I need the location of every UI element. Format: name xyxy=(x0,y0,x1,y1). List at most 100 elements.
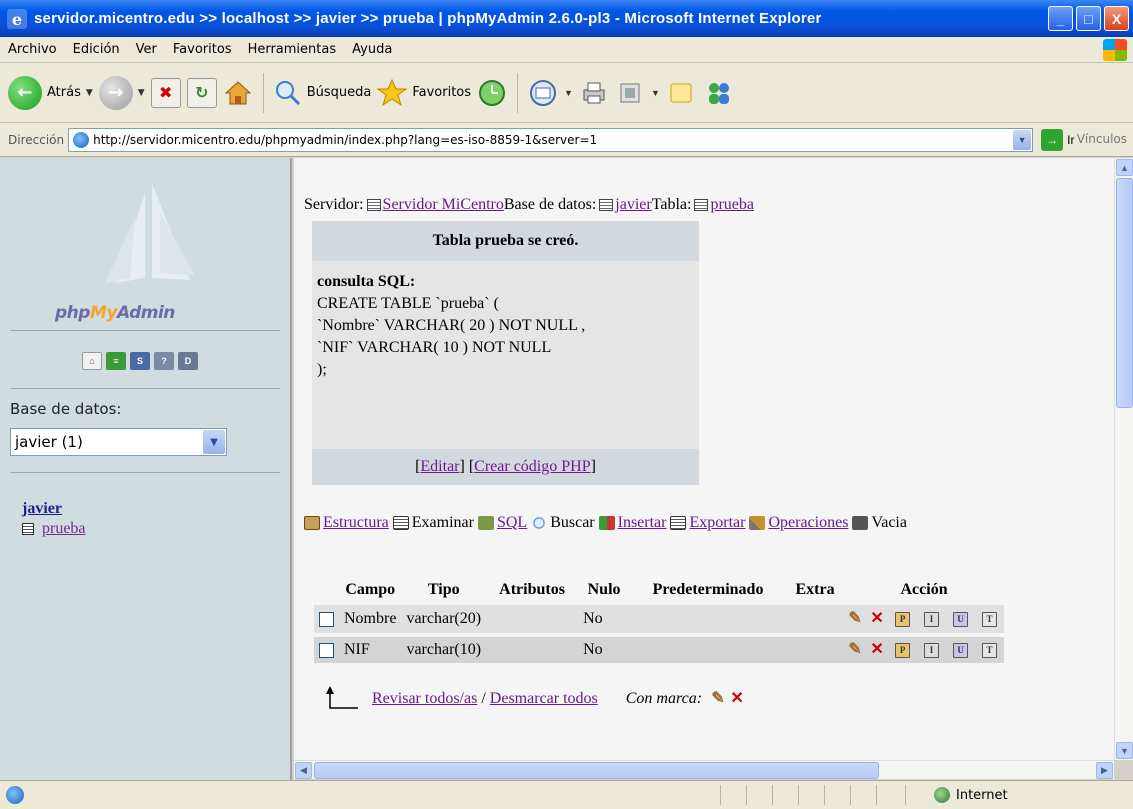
fulltext-icon[interactable]: T xyxy=(982,642,998,658)
delete-icon[interactable]: ✕ xyxy=(869,642,885,658)
scroll-up-icon[interactable]: ▲ xyxy=(1116,159,1133,176)
cell-predeterminado xyxy=(630,635,787,667)
tab-structure[interactable]: Estructura xyxy=(304,514,389,532)
print-button[interactable] xyxy=(579,78,609,108)
close-button[interactable]: X xyxy=(1104,6,1129,31)
menu-ver[interactable]: Ver xyxy=(128,42,165,57)
sailboat-logo-icon xyxy=(105,183,195,283)
tab-operations-label[interactable]: Operaciones xyxy=(768,514,848,532)
horizontal-scrollbar[interactable]: ◀ ▶ xyxy=(294,760,1114,779)
fulltext-icon[interactable]: T xyxy=(982,611,998,627)
address-dropdown-icon[interactable]: ▼ xyxy=(1013,129,1032,150)
refresh-button[interactable]: ↻ xyxy=(186,77,217,108)
row-checkbox[interactable] xyxy=(319,642,334,658)
edit-page-button[interactable] xyxy=(615,78,645,108)
menu-favoritos[interactable]: Favoritos xyxy=(165,42,240,57)
docs-icon[interactable]: D xyxy=(178,352,198,370)
chevron-down-icon[interactable]: ▼ xyxy=(203,430,225,454)
tab-structure-label[interactable]: Estructura xyxy=(323,514,389,532)
home-button[interactable] xyxy=(223,78,253,108)
tab-search-label: Buscar xyxy=(550,514,595,531)
menu-edicion[interactable]: Edición xyxy=(65,42,128,57)
address-input[interactable]: http://servidor.micentro.edu/phpmyadmin/… xyxy=(68,127,1034,152)
links-button[interactable]: Vínculos xyxy=(1077,132,1127,146)
pencil-icon[interactable]: ✎ xyxy=(847,642,863,658)
menu-archivo[interactable]: Archivo xyxy=(0,42,65,57)
minimize-button[interactable]: _ xyxy=(1048,6,1073,31)
search-button[interactable]: Búsqueda xyxy=(274,79,371,107)
sql-query-icon[interactable]: S xyxy=(130,352,150,370)
vertical-scrollbar[interactable]: ▲ ▼ xyxy=(1114,158,1133,760)
help-icon[interactable]: ? xyxy=(154,352,174,370)
edit-link[interactable]: Editar xyxy=(420,458,459,476)
database-crumb-link[interactable]: javier xyxy=(615,196,651,214)
primary-key-icon[interactable]: P xyxy=(895,642,911,658)
check-all-link[interactable]: Revisar todos/as xyxy=(372,690,477,708)
stop-button[interactable]: ✖ xyxy=(150,77,181,108)
forward-button[interactable]: → ▼ xyxy=(98,75,145,110)
back-button[interactable]: ← Atrás ▼ xyxy=(8,75,93,110)
vertical-scroll-thumb[interactable] xyxy=(1116,178,1133,408)
mail-button[interactable] xyxy=(528,78,558,108)
tab-export[interactable]: Exportar xyxy=(670,514,745,532)
tab-sql[interactable]: SQL xyxy=(477,514,527,532)
index-icon[interactable]: I xyxy=(924,611,940,627)
tab-insert-label[interactable]: Insertar xyxy=(618,514,667,532)
wrench-icon xyxy=(749,516,766,530)
delete-icon[interactable]: ✕ xyxy=(729,691,745,707)
pencil-icon[interactable]: ✎ xyxy=(847,611,863,627)
server-link[interactable]: Servidor MiCentro xyxy=(383,196,504,214)
status-panel xyxy=(720,785,746,805)
tab-sql-label[interactable]: SQL xyxy=(497,514,527,532)
primary-key-icon[interactable]: P xyxy=(895,611,911,627)
unique-icon[interactable]: U xyxy=(953,611,969,627)
address-url: http://servidor.micentro.edu/phpmyadmin/… xyxy=(93,132,598,147)
table-crumb-link[interactable]: prueba xyxy=(710,196,754,214)
forward-dropdown-icon[interactable]: ▼ xyxy=(138,88,145,98)
cell-tipo: varchar(20) xyxy=(401,605,487,637)
horizontal-scroll-thumb[interactable] xyxy=(314,762,879,779)
maximize-button[interactable]: □ xyxy=(1076,6,1101,31)
discuss-button[interactable] xyxy=(666,78,696,108)
create-php-code-link[interactable]: Crear código PHP xyxy=(474,458,590,476)
favorites-button[interactable]: Favoritos xyxy=(377,78,471,108)
scroll-down-icon[interactable]: ▼ xyxy=(1116,742,1133,759)
edit-dropdown-icon[interactable]: ▼ xyxy=(651,88,660,98)
back-label: Atrás xyxy=(47,85,81,100)
scroll-right-icon[interactable]: ▶ xyxy=(1096,762,1113,779)
search-icon xyxy=(531,516,548,530)
table-icon[interactable] xyxy=(22,523,34,535)
tab-empty[interactable]: Vacia xyxy=(852,514,907,532)
status-panels xyxy=(720,785,902,805)
home-icon[interactable]: ⌂ xyxy=(82,352,102,370)
table-link-prueba[interactable]: prueba xyxy=(42,520,86,538)
menu-bar: Archivo Edición Ver Favoritos Herramient… xyxy=(0,37,1133,63)
history-button[interactable] xyxy=(477,78,507,108)
scroll-left-icon[interactable]: ◀ xyxy=(295,762,312,779)
tab-browse[interactable]: Examinar xyxy=(392,514,474,532)
messenger-button[interactable] xyxy=(702,78,736,108)
database-label: Base de datos: xyxy=(10,400,122,418)
mail-dropdown-icon[interactable]: ▼ xyxy=(564,88,573,98)
uncheck-all-link[interactable]: Desmarcar todos xyxy=(490,690,598,708)
unique-icon[interactable]: U xyxy=(953,642,969,658)
cell-nulo: No xyxy=(578,605,631,637)
menu-ayuda[interactable]: Ayuda xyxy=(344,42,400,57)
tab-export-label[interactable]: Exportar xyxy=(689,514,745,532)
database-select[interactable]: javier (1) ▼ xyxy=(10,428,227,456)
database-link-javier[interactable]: javier xyxy=(22,500,62,518)
delete-icon[interactable]: ✕ xyxy=(869,611,885,627)
index-icon[interactable]: I xyxy=(924,642,940,658)
back-dropdown-icon[interactable]: ▼ xyxy=(86,88,93,98)
security-zone-label: Internet xyxy=(956,787,1008,803)
tab-search[interactable]: Buscar xyxy=(531,514,595,532)
exit-icon[interactable]: ≡ xyxy=(106,352,126,370)
menu-herramientas[interactable]: Herramientas xyxy=(240,42,345,57)
go-button[interactable]: → Ir xyxy=(1041,128,1074,151)
pencil-icon[interactable]: ✎ xyxy=(710,691,726,707)
row-checkbox[interactable] xyxy=(319,611,334,627)
address-bar: Dirección http://servidor.micentro.edu/p… xyxy=(0,123,1133,157)
phpmyadmin-logo[interactable]: phpMyAdmin xyxy=(20,178,270,328)
tab-operations[interactable]: Operaciones xyxy=(749,514,848,532)
tab-insert[interactable]: Insertar xyxy=(598,514,667,532)
